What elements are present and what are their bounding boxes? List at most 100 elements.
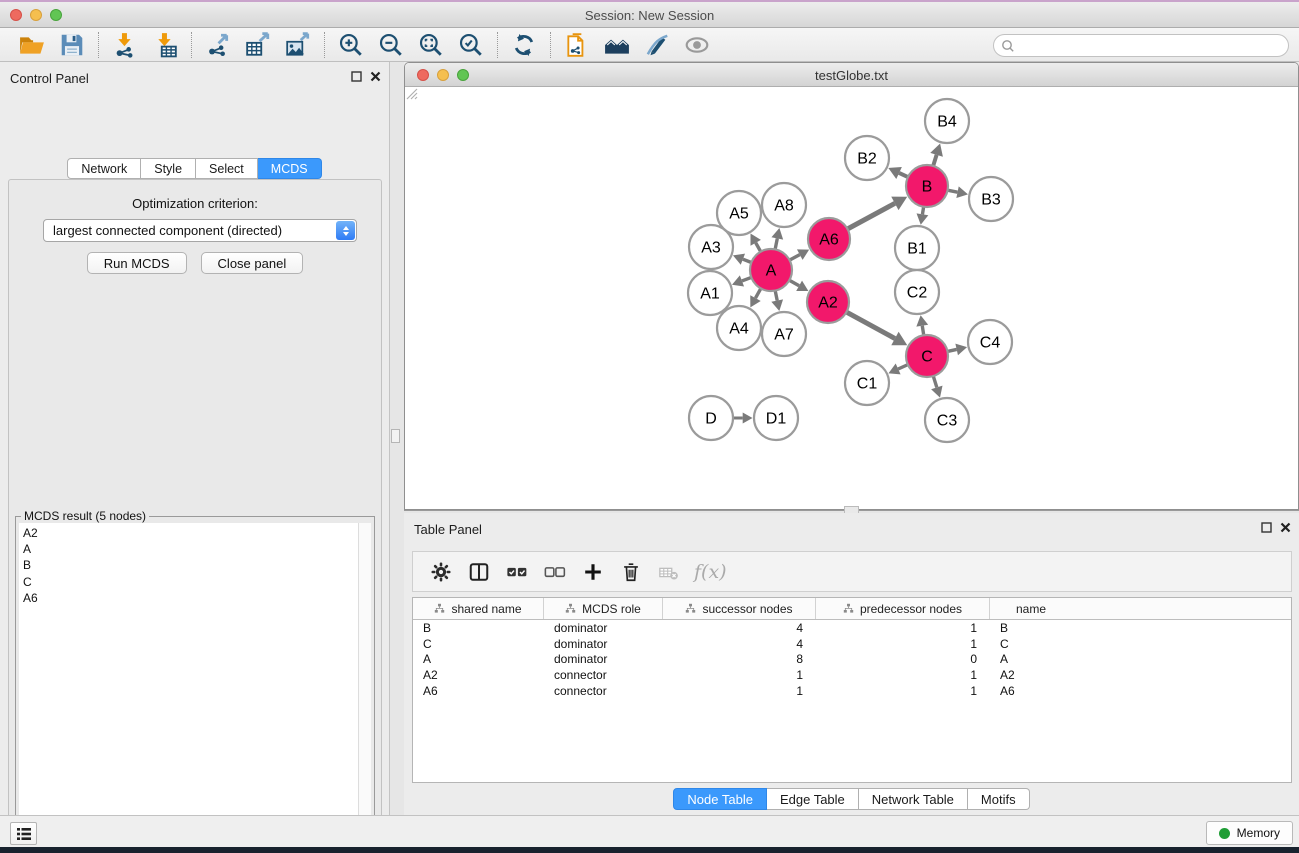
table-tab-motifs[interactable]: Motifs bbox=[968, 788, 1030, 810]
close-panel-button[interactable]: Close panel bbox=[201, 252, 304, 274]
table-tab-network-table[interactable]: Network Table bbox=[859, 788, 968, 810]
search-input[interactable] bbox=[1015, 39, 1288, 53]
float-panel-icon[interactable] bbox=[351, 71, 362, 82]
edge-A-A7[interactable] bbox=[775, 291, 777, 301]
column-header-mcds-role[interactable]: MCDS role bbox=[544, 598, 663, 619]
splitter-handle[interactable] bbox=[391, 429, 400, 443]
task-history-button[interactable] bbox=[10, 822, 37, 845]
table-row[interactable]: Adominator80A bbox=[413, 652, 1291, 668]
refresh-button[interactable] bbox=[504, 30, 544, 60]
vertical-splitter[interactable] bbox=[390, 62, 404, 815]
mcds-result-item[interactable]: A bbox=[23, 541, 358, 557]
zoom-out-button[interactable] bbox=[371, 30, 411, 60]
mcds-result-item[interactable]: B bbox=[23, 557, 358, 573]
edge-C-C3[interactable] bbox=[933, 376, 937, 387]
deselect-all-button[interactable] bbox=[539, 556, 570, 587]
table-row[interactable]: A2connector11A2 bbox=[413, 667, 1291, 683]
edge-A-A1[interactable] bbox=[742, 277, 751, 281]
table-settings-button[interactable] bbox=[425, 556, 456, 587]
table-tab-edge-table[interactable]: Edge Table bbox=[767, 788, 859, 810]
graph-node-C4[interactable]: C4 bbox=[968, 320, 1012, 364]
add-column-button[interactable] bbox=[577, 556, 608, 587]
mcds-result-item[interactable]: A6 bbox=[23, 590, 358, 606]
memory-button[interactable]: Memory bbox=[1206, 821, 1293, 845]
table-row[interactable]: Cdominator41C bbox=[413, 636, 1291, 652]
edge-B-B4[interactable] bbox=[933, 155, 936, 166]
graph-node-B1[interactable]: B1 bbox=[895, 226, 939, 270]
graph-node-B4[interactable]: B4 bbox=[925, 99, 969, 143]
edge-A2-C[interactable] bbox=[846, 312, 895, 338]
table-row[interactable]: A6connector11A6 bbox=[413, 683, 1291, 699]
duplicate-network-button[interactable] bbox=[557, 30, 597, 60]
table-row[interactable]: Bdominator41B bbox=[413, 620, 1291, 636]
edge-A-A2[interactable] bbox=[789, 280, 799, 285]
table-tab-node-table[interactable]: Node Table bbox=[673, 788, 767, 810]
graph-node-B2[interactable]: B2 bbox=[845, 136, 889, 180]
zoom-fit-button[interactable] bbox=[411, 30, 451, 60]
delete-column-button[interactable] bbox=[615, 556, 646, 587]
column-header-predecessor-nodes[interactable]: predecessor nodes bbox=[816, 598, 990, 619]
split-columns-button[interactable] bbox=[463, 556, 494, 587]
graph-node-C1[interactable]: C1 bbox=[845, 361, 889, 405]
import-table-button[interactable] bbox=[145, 30, 185, 60]
graph-node-C2[interactable]: C2 bbox=[895, 270, 939, 314]
edge-B-B1[interactable] bbox=[922, 207, 923, 215]
save-session-button[interactable] bbox=[52, 30, 92, 60]
edge-A-A8[interactable] bbox=[775, 238, 777, 249]
open-file-button[interactable] bbox=[12, 30, 52, 60]
edge-A-A5[interactable] bbox=[756, 243, 761, 252]
export-table-button[interactable] bbox=[238, 30, 278, 60]
tab-mcds[interactable]: MCDS bbox=[258, 158, 322, 179]
edge-B-B2[interactable] bbox=[899, 173, 908, 177]
select-all-button[interactable] bbox=[501, 556, 532, 587]
graph-node-A[interactable]: A bbox=[750, 249, 792, 291]
graph-node-D[interactable]: D bbox=[689, 396, 733, 440]
graph-node-A1[interactable]: A1 bbox=[688, 271, 732, 315]
tab-style[interactable]: Style bbox=[141, 158, 196, 179]
edge-C-C2[interactable] bbox=[922, 326, 923, 336]
import-network-button[interactable] bbox=[105, 30, 145, 60]
tab-select[interactable]: Select bbox=[196, 158, 258, 179]
graph-node-C3[interactable]: C3 bbox=[925, 398, 969, 442]
graph-node-B[interactable]: B bbox=[906, 165, 948, 207]
edge-B-B3[interactable] bbox=[948, 190, 958, 192]
graph-node-A6[interactable]: A6 bbox=[808, 218, 850, 260]
mcds-result-scrollbar[interactable] bbox=[358, 523, 371, 853]
network-graph[interactable]: AA1A2A3A4A5A6A7A8BB1B2B3B4CC1C2C3C4DD1 bbox=[405, 87, 1298, 509]
zoom-selected-button[interactable] bbox=[451, 30, 491, 60]
show-graphics-button[interactable] bbox=[677, 30, 717, 60]
export-network-button[interactable] bbox=[198, 30, 238, 60]
edge-A-A4[interactable] bbox=[755, 288, 760, 298]
graph-node-A5[interactable]: A5 bbox=[717, 191, 761, 235]
run-mcds-button[interactable]: Run MCDS bbox=[87, 252, 187, 274]
close-panel-icon[interactable] bbox=[370, 71, 381, 82]
mcds-result-item[interactable]: A2 bbox=[23, 525, 358, 541]
graph-node-C[interactable]: C bbox=[906, 335, 948, 377]
search-field[interactable] bbox=[993, 34, 1289, 57]
graph-node-A7[interactable]: A7 bbox=[762, 312, 806, 356]
graph-node-D1[interactable]: D1 bbox=[754, 396, 798, 440]
edge-A6-B[interactable] bbox=[847, 203, 894, 229]
network-canvas[interactable]: AA1A2A3A4A5A6A7A8BB1B2B3B4CC1C2C3C4DD1 bbox=[405, 87, 1298, 509]
graph-node-A4[interactable]: A4 bbox=[717, 306, 761, 350]
edge-C-C1[interactable] bbox=[898, 365, 908, 369]
column-header-successor-nodes[interactable]: successor nodes bbox=[663, 598, 816, 619]
column-header-shared-name[interactable]: shared name bbox=[413, 598, 544, 619]
mcds-result-list[interactable]: A2ABCA6 bbox=[19, 523, 358, 853]
float-panel-icon[interactable] bbox=[1261, 522, 1272, 533]
graph-node-A8[interactable]: A8 bbox=[762, 183, 806, 227]
zoom-in-button[interactable] bbox=[331, 30, 371, 60]
column-header-name[interactable]: name bbox=[990, 598, 1072, 619]
mcds-result-item[interactable]: C bbox=[23, 574, 358, 590]
graph-node-A2[interactable]: A2 bbox=[807, 281, 849, 323]
edge-A-A6[interactable] bbox=[790, 255, 800, 260]
resize-grip-icon[interactable] bbox=[405, 87, 418, 100]
reset-view-button[interactable] bbox=[597, 30, 637, 60]
edge-C-C4[interactable] bbox=[947, 349, 956, 351]
hide-labels-button[interactable] bbox=[637, 30, 677, 60]
close-panel-icon[interactable] bbox=[1280, 522, 1291, 533]
edge-A-A3[interactable] bbox=[743, 259, 752, 262]
criterion-select[interactable]: largest connected component (directed) bbox=[43, 219, 357, 242]
export-image-button[interactable] bbox=[278, 30, 318, 60]
tab-network[interactable]: Network bbox=[67, 158, 141, 179]
